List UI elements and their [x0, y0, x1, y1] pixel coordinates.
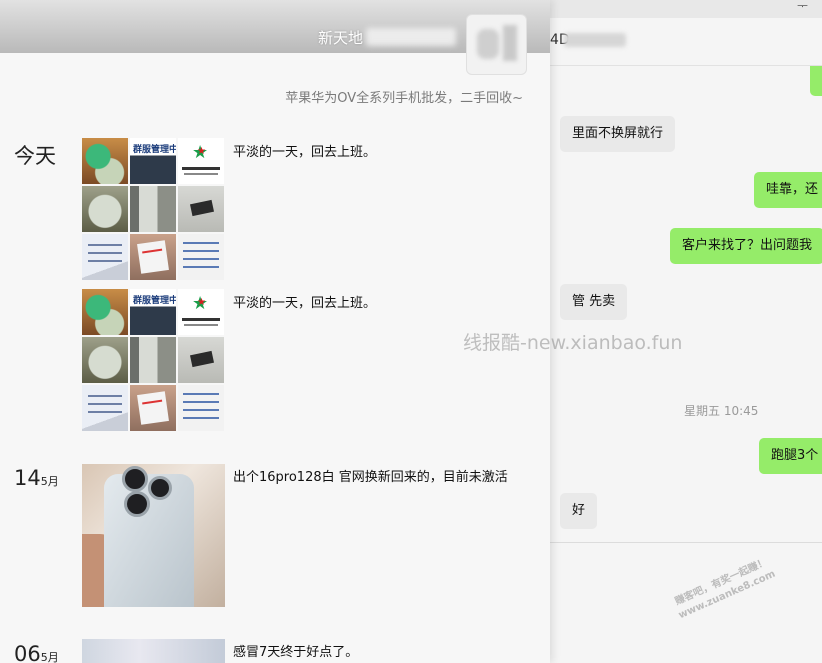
form-line [183, 258, 219, 260]
site-watermark: 线报酷-new.xianbao.fun [463, 332, 683, 354]
grid-image[interactable] [82, 337, 128, 383]
doc-line [88, 252, 122, 254]
form-line [183, 409, 219, 411]
redacted-nickname-blur [366, 28, 456, 46]
camera-lens-icon [122, 466, 148, 492]
doc-line [88, 411, 122, 413]
star-icon: ★ [197, 146, 206, 157]
doc-line [88, 403, 122, 405]
message-bubble-out[interactable]: 客户来找了？出问题我 [670, 228, 822, 264]
grid-image[interactable]: ★ ★ [178, 138, 224, 184]
grid-image[interactable] [82, 289, 128, 335]
grid-image[interactable] [130, 337, 176, 383]
chat-header: 4D [550, 18, 822, 66]
message-bubble-out[interactable]: 跑腿3个 [759, 438, 822, 474]
camera-lens-icon [148, 476, 172, 500]
grid-image[interactable] [178, 186, 224, 232]
post-image-phone[interactable] [82, 464, 225, 607]
form-line [183, 401, 219, 403]
post-text[interactable]: 平淡的一天，回去上班。 [233, 141, 376, 160]
message-bubble-in[interactable]: 管 先卖 [560, 284, 628, 320]
date-day: 14 [14, 466, 41, 490]
avatar-blur-part [503, 25, 517, 61]
profile-signature: 苹果华为OV全系列手机批发，二手回收~ [285, 91, 523, 106]
post-date: 145月 [14, 466, 59, 490]
message-bubble-in[interactable]: 好 [560, 493, 598, 529]
grid-image[interactable] [130, 234, 176, 280]
post-text[interactable]: 感冒7天终于好点了。 [233, 641, 358, 660]
logo-text-line [184, 173, 218, 175]
star-icon: ★ [197, 297, 206, 308]
doc-line [88, 260, 122, 262]
avatar-blur-part [477, 29, 499, 59]
plaque-shape [189, 199, 215, 217]
post-image-grid[interactable]: 群服管理中 ★ ★ [82, 138, 225, 281]
post-text[interactable]: 出个16pro128白 官网换新回来的，目前未激活 [233, 466, 508, 485]
logo-text-line [182, 318, 220, 321]
post-image-grid[interactable]: 群服管理中 ★ ★ [82, 289, 225, 432]
grid-image[interactable] [178, 234, 224, 280]
grid-image[interactable]: 群服管理中 [130, 138, 176, 184]
doc-line [88, 244, 122, 246]
date-day: 06 [14, 642, 41, 663]
message-bubble-out[interactable] [810, 66, 822, 96]
grid-image[interactable] [82, 385, 128, 431]
post-date: 065月 [14, 642, 59, 663]
plaque-shape [189, 350, 215, 368]
grid-image[interactable] [178, 385, 224, 431]
form-line [183, 250, 219, 252]
grid-image[interactable] [82, 234, 128, 280]
post-image[interactable] [82, 639, 225, 663]
paper-shape [137, 240, 169, 274]
avatar[interactable] [466, 14, 527, 75]
camera-lens-icon [124, 491, 150, 517]
date-month: 5月 [40, 475, 59, 488]
date-month: 5月 [40, 651, 59, 663]
grid-image[interactable] [178, 337, 224, 383]
post-date-today: 今天 [14, 144, 56, 168]
redacted-name-blur [564, 33, 626, 47]
form-line [183, 242, 219, 244]
profile-nickname: 新天地 [318, 29, 364, 47]
grid-image[interactable] [130, 385, 176, 431]
message-bubble-out[interactable]: 哇靠，还 [754, 172, 822, 208]
logo-text-line [184, 324, 218, 326]
grid-image[interactable] [82, 138, 128, 184]
grid-image[interactable]: ★ ★ [178, 289, 224, 335]
form-line [183, 417, 219, 419]
message-list[interactable]: 里面不换屏就行 哇靠，还 客户来找了？出问题我 管 先卖 星期五 10:45 跑… [550, 66, 822, 542]
title-bar: ᅮ [550, 0, 822, 18]
sign-text: 群服管理中 [133, 296, 176, 306]
grid-image[interactable] [130, 186, 176, 232]
window-control-icon[interactable]: ᅮ [797, 0, 808, 14]
logo-text-line [182, 167, 220, 170]
form-line [183, 393, 219, 395]
message-timestamp: 星期五 10:45 [684, 404, 759, 418]
paper-shape [137, 391, 169, 425]
post-text[interactable]: 平淡的一天，回去上班。 [233, 292, 376, 311]
message-bubble-in[interactable]: 里面不换屏就行 [560, 116, 676, 152]
doc-line [88, 395, 122, 397]
grid-image[interactable] [82, 186, 128, 232]
sign-text: 群服管理中 [133, 145, 176, 155]
grid-image[interactable]: 群服管理中 [130, 289, 176, 335]
form-line [183, 266, 219, 268]
